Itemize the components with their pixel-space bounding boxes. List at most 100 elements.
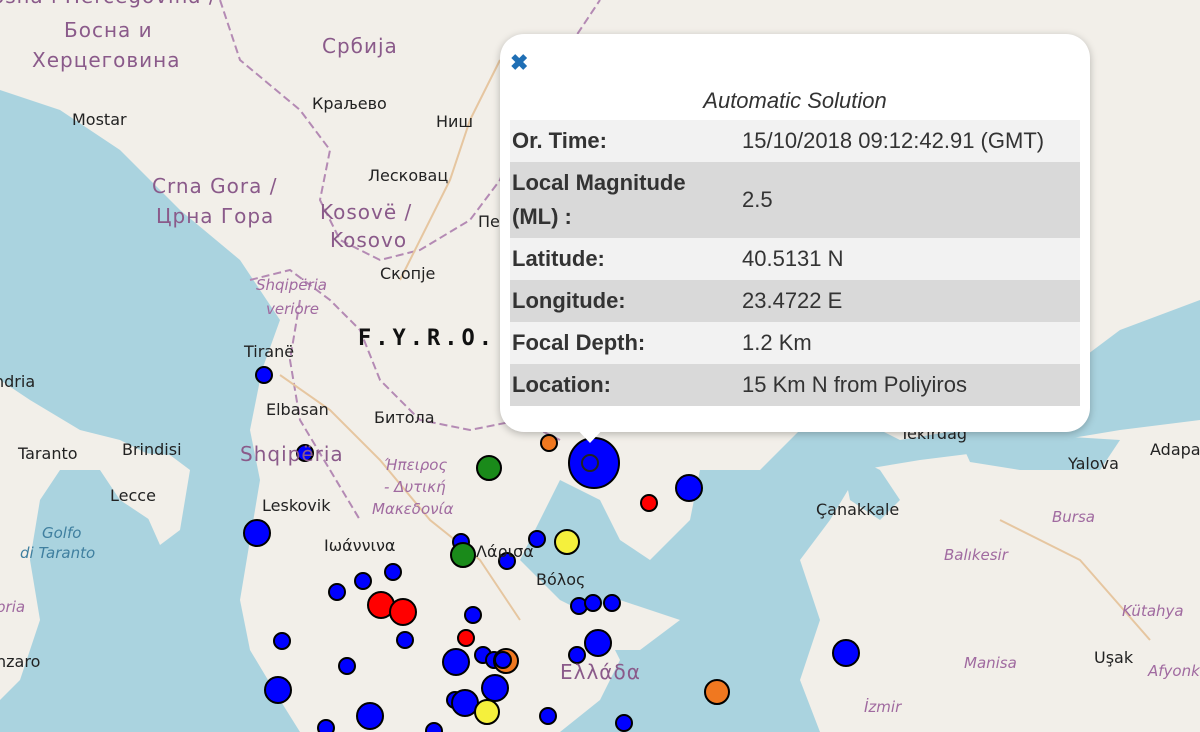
detail-row: Location: 15 Km N from Poliyiros [510,364,1080,406]
label-ipeiros-2: - Δυτική [384,478,446,496]
marker-blue[interactable] [338,657,356,675]
label-leskovik: Leskovik [262,496,331,515]
marker-blue[interactable] [264,676,292,704]
detail-value: 15 Km N from Poliyiros [742,372,967,397]
marker-blue[interactable] [494,651,512,669]
label-kosovo: Kosovo [330,228,408,252]
marker-yellow[interactable] [554,529,580,555]
marker-blue[interactable] [615,714,633,732]
marker-blue[interactable] [354,572,372,590]
marker-red[interactable] [640,494,658,512]
label-canakkale: Çanakkale [816,500,900,519]
label-golfo-1: Golfo [42,524,82,542]
marker-blue[interactable] [328,583,346,601]
marker-green[interactable] [476,455,502,481]
marker-blue[interactable] [255,366,273,384]
detail-key: Longitude: [512,288,626,313]
detail-value: 1.2 Km [742,330,812,355]
marker-orange[interactable] [540,434,558,452]
label-bitola: Битола [374,408,435,427]
label-mostar: Mostar [72,110,127,129]
earthquake-popup: ✖ Automatic Solution Or. Time: 15/10/2018… [500,34,1090,432]
label-bursa: Bursa [1052,508,1095,526]
marker-blue[interactable] [317,719,335,732]
marker-selected[interactable] [568,437,620,489]
label-lecce: Lecce [110,486,156,505]
marker-blue[interactable] [442,648,470,676]
detail-key: Local Magnitude (ML) : [512,170,686,229]
label-shqiperia-veriore-1: Shqipëria [256,276,327,294]
label-bria: bria [0,598,26,616]
detail-row: Local Magnitude (ML) : 2.5 [510,162,1080,238]
marker-blue[interactable] [539,707,557,725]
label-afyonk: Afyonk [1148,662,1200,680]
marker-blue[interactable] [425,722,443,732]
popup-tip [573,425,607,443]
marker-blue[interactable] [396,631,414,649]
detail-row: Latitude: 40.5131 N [510,238,1080,280]
marker-blue[interactable] [384,563,402,581]
detail-row: Or. Time: 15/10/2018 09:12:42.91 (GMT) [510,120,1080,162]
label-crna-gora-cyr: Црна Гора [156,204,275,228]
label-adapa: Adapa [1150,440,1200,459]
marker-blue[interactable] [584,629,612,657]
label-leskovac: Лесковац [368,166,449,185]
label-brindisi: Brindisi [122,440,182,459]
marker-yellow[interactable] [474,699,500,725]
label-srbija: Србија [322,34,398,58]
label-manisa: Manisa [964,654,1017,672]
label-herceg-cyr: Херцеговина [32,48,181,72]
label-elbasan: Elbasan [266,400,329,419]
label-crna-gora: Crna Gora / [152,174,278,198]
label-nzaro: nzaro [0,652,41,671]
label-larisa: Λάρισα [476,542,534,561]
label-bosna: osna i Hercegovina / [0,0,217,8]
label-ipeiros-1: Ήπειρος [384,456,448,474]
detail-row: Longitude: 23.4722 E [510,280,1080,322]
label-ellada: Ελλάδα [560,660,641,684]
label-izmir: İzmir [864,698,902,716]
marker-orange[interactable] [704,679,730,705]
marker-blue[interactable] [464,606,482,624]
label-kraljevo: Краљево [312,94,387,113]
earthquake-details-table: Or. Time: 15/10/2018 09:12:42.91 (GMT) Loc… [510,120,1080,406]
marker-blue[interactable] [481,674,509,702]
label-shqiperia-veriore-2: veriore [266,300,320,318]
detail-value: 23.4722 E [742,288,843,313]
label-kosove: Kosovë / [320,200,413,224]
label-bosna-cyr: Босна и [64,18,153,42]
close-icon[interactable]: ✖ [510,50,528,76]
marker-blue[interactable] [356,702,384,730]
marker-blue[interactable] [584,594,602,612]
marker-blue[interactable] [273,632,291,650]
label-ipeiros-3: Μακεδονία [372,500,454,518]
detail-value: 40.5131 N [742,246,844,271]
marker-blue[interactable] [675,474,703,502]
label-yalova: Yalova [1068,454,1119,473]
detail-key: Location: [512,372,611,397]
label-pe: Пе [478,212,500,231]
label-volos: Βόλος [536,570,586,589]
label-golfo-2: di Taranto [20,544,96,562]
label-shqiperia: Shqipëria [240,442,344,466]
label-craiova: Craiova [584,0,645,3]
detail-row: Focal Depth: 1.2 Km [510,322,1080,364]
marker-blue[interactable] [243,519,271,547]
label-usak: Uşak [1094,648,1134,667]
detail-key: Or. Time: [512,128,607,153]
label-nis: Ниш [436,112,474,131]
detail-key: Focal Depth: [512,330,646,355]
detail-value: 15/10/2018 09:12:42.91 (GMT) [742,128,1045,153]
marker-red[interactable] [389,598,417,626]
marker-green[interactable] [450,542,476,568]
label-tirane: Tiranë [244,342,295,361]
marker-red[interactable] [457,629,475,647]
detail-value: 2.5 [742,187,773,212]
detail-key: Latitude: [512,246,605,271]
marker-blue[interactable] [832,639,860,667]
label-fyro: F.Y.R.O. [358,326,496,351]
label-taranto: Taranto [18,444,78,463]
label-balikesir: Balıkesir [944,546,1008,564]
label-ioannina: Ιωάννινα [324,536,396,555]
marker-blue[interactable] [603,594,621,612]
